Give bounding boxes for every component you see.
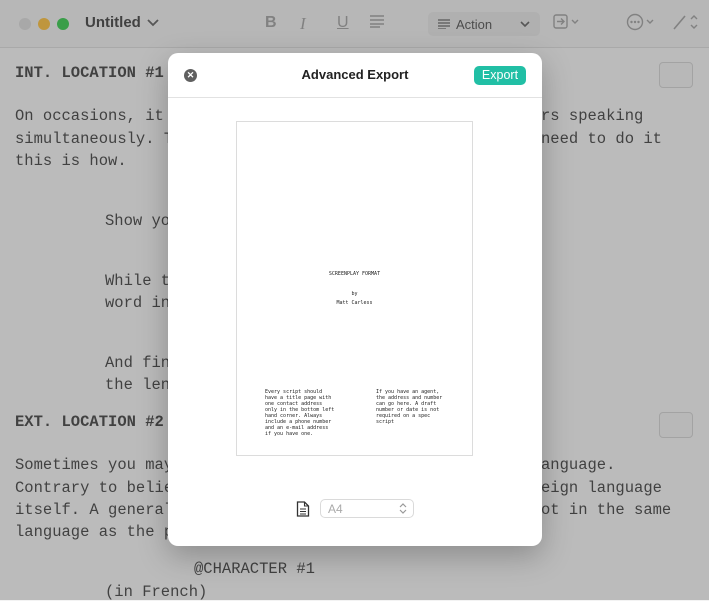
export-button[interactable]: Export: [474, 66, 526, 85]
preview-by: by: [351, 291, 358, 297]
dialog-header: ✕ Advanced Export Export: [168, 53, 542, 98]
updown-chevron-icon: [399, 503, 407, 514]
advanced-export-dialog: ✕ Advanced Export Export SCREENPLAY FORM…: [168, 53, 542, 546]
preview-author: Matt Carless: [336, 300, 373, 306]
document-icon: [296, 500, 310, 517]
preview-agent-note: If you have an agent, the address and nu…: [376, 389, 443, 425]
preview-title: SCREENPLAY FORMAT: [328, 271, 381, 277]
page-size-select[interactable]: A4: [320, 499, 414, 518]
page-size-value: A4: [328, 501, 343, 516]
preview-contact-note: Every script should have a title page wi…: [265, 389, 335, 437]
page-format-row: A4: [296, 499, 414, 518]
title-page-preview: SCREENPLAY FORMAT by Matt Carless Every …: [236, 121, 473, 456]
